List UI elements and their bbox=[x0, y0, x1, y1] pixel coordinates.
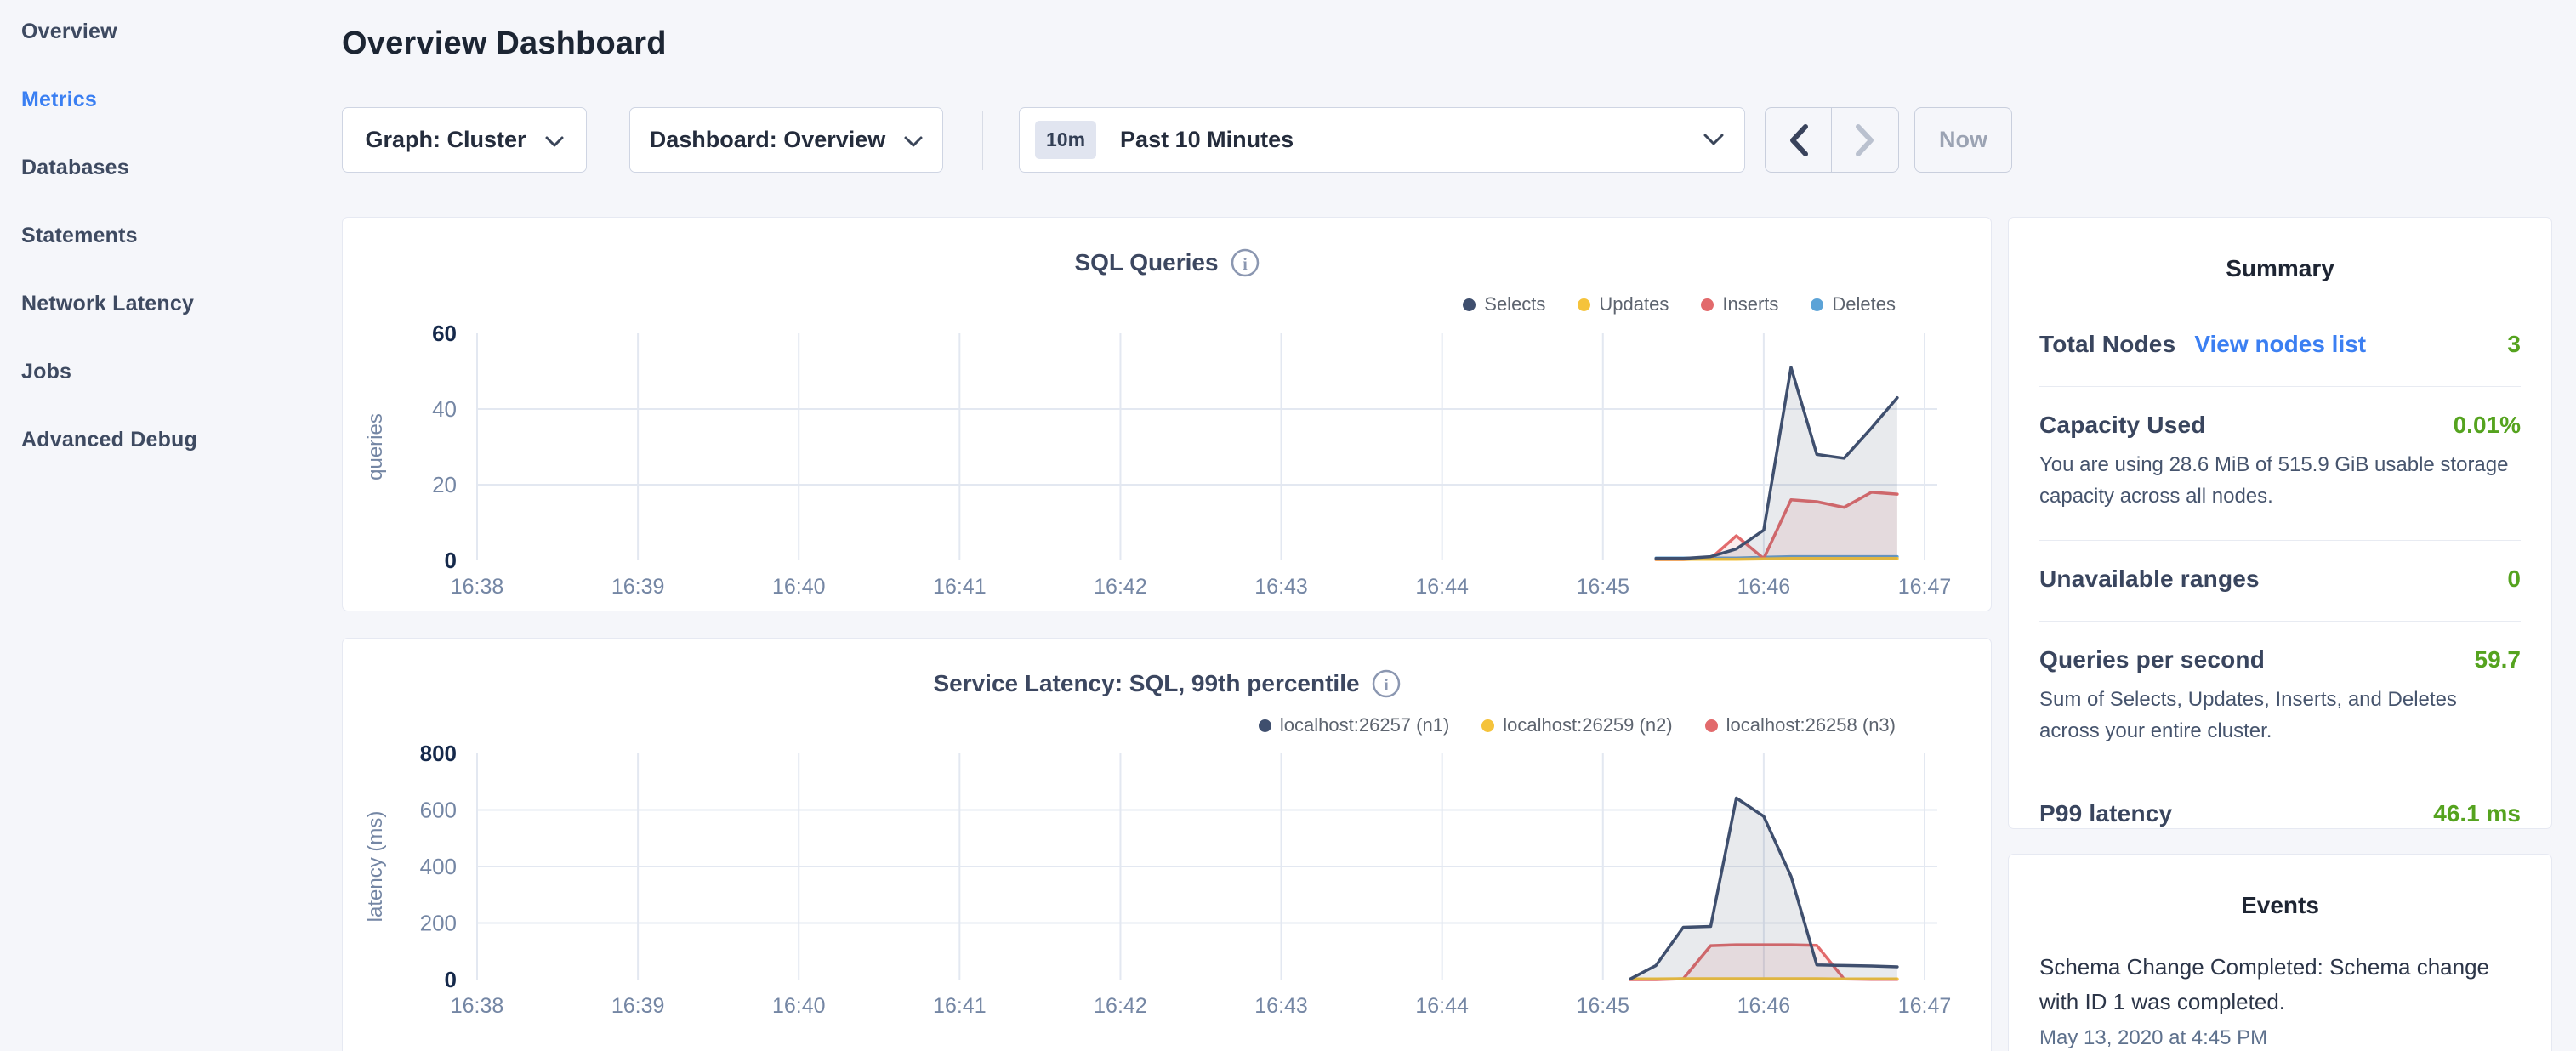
svg-text:16:42: 16:42 bbox=[1094, 575, 1147, 599]
svg-text:16:41: 16:41 bbox=[933, 994, 987, 1018]
time-range-label: Past 10 Minutes bbox=[1120, 127, 1294, 153]
time-next-button[interactable] bbox=[1832, 108, 1898, 172]
summary-label: Capacity Used bbox=[2039, 412, 2206, 439]
dashboard-label: Dashboard: Overview bbox=[650, 127, 886, 153]
summary-row-total-nodes: Total Nodes View nodes list 3 bbox=[2039, 306, 2521, 386]
sidebar-item-statements[interactable]: Statements bbox=[21, 220, 310, 251]
time-range-badge: 10m bbox=[1035, 121, 1096, 159]
graph-scope-dropdown[interactable]: Graph: Cluster bbox=[342, 107, 587, 173]
svg-text:40: 40 bbox=[432, 396, 457, 422]
summary-description: You are using 28.6 MiB of 515.9 GiB usab… bbox=[2039, 449, 2521, 512]
toolbar: Graph: Cluster Dashboard: Overview 10m P… bbox=[0, 107, 2576, 173]
svg-text:60: 60 bbox=[432, 321, 457, 346]
svg-text:16:44: 16:44 bbox=[1415, 994, 1469, 1018]
svg-text:16:46: 16:46 bbox=[1737, 994, 1791, 1018]
svg-text:16:39: 16:39 bbox=[611, 575, 665, 599]
summary-label: Unavailable ranges bbox=[2039, 565, 2260, 593]
sql-queries-chart-card: SQL Queries i Selects Updates Inserts De… bbox=[342, 217, 1992, 611]
summary-value: 59.7 bbox=[2475, 646, 2522, 673]
svg-text:16:41: 16:41 bbox=[933, 575, 987, 599]
chevron-left-icon bbox=[1788, 124, 1809, 156]
event-timestamp: May 13, 2020 at 4:45 PM bbox=[2039, 1026, 2521, 1050]
summary-value: 0 bbox=[2507, 565, 2521, 593]
svg-text:16:38: 16:38 bbox=[451, 575, 504, 599]
summary-label: P99 latency bbox=[2039, 800, 2172, 827]
svg-text:16:45: 16:45 bbox=[1576, 994, 1629, 1018]
event-list-item[interactable]: Schema Change Completed: Schema change w… bbox=[2039, 950, 2521, 1050]
svg-text:800: 800 bbox=[420, 741, 457, 766]
summary-label: Queries per second bbox=[2039, 646, 2265, 673]
now-button[interactable]: Now bbox=[1914, 107, 2012, 173]
svg-text:16:39: 16:39 bbox=[611, 994, 665, 1018]
svg-text:16:47: 16:47 bbox=[1898, 994, 1952, 1018]
sidebar-item-network-latency[interactable]: Network Latency bbox=[21, 288, 310, 319]
svg-text:16:40: 16:40 bbox=[772, 575, 826, 599]
summary-value: 46.1 ms bbox=[2433, 800, 2521, 827]
svg-text:16:43: 16:43 bbox=[1254, 994, 1308, 1018]
summary-description: Sum of Selects, Updates, Inserts, and De… bbox=[2039, 684, 2521, 747]
svg-text:16:42: 16:42 bbox=[1094, 994, 1147, 1018]
chevron-down-icon bbox=[904, 136, 923, 148]
svg-text:16:38: 16:38 bbox=[451, 994, 504, 1018]
dashboard-dropdown[interactable]: Dashboard: Overview bbox=[629, 107, 943, 173]
svg-text:0: 0 bbox=[445, 967, 457, 992]
service-latency-plot[interactable]: 16:38 16:39 16:40 16:41 16:42 16:43 16:44 16:45… bbox=[343, 639, 1993, 1051]
summary-heading: Summary bbox=[2039, 218, 2521, 282]
summary-row-p99-latency: P99 latency 46.1 ms bbox=[2039, 775, 2521, 855]
chevron-right-icon bbox=[1855, 124, 1875, 156]
sidebar-item-advanced-debug[interactable]: Advanced Debug bbox=[21, 424, 310, 455]
time-prev-button[interactable] bbox=[1766, 108, 1832, 172]
view-nodes-list-link[interactable]: View nodes list bbox=[2194, 331, 2366, 358]
summary-row-unavailable-ranges: Unavailable ranges 0 bbox=[2039, 541, 2521, 621]
svg-text:20: 20 bbox=[432, 472, 457, 497]
sidebar-item-overview[interactable]: Overview bbox=[21, 16, 310, 47]
svg-text:0: 0 bbox=[445, 548, 457, 573]
events-heading: Events bbox=[2039, 855, 2521, 919]
time-pager bbox=[1765, 107, 1899, 173]
svg-text:16:44: 16:44 bbox=[1415, 575, 1469, 599]
summary-value: 3 bbox=[2507, 331, 2521, 358]
summary-row-capacity-used: Capacity Used 0.01% You are using 28.6 M… bbox=[2039, 387, 2521, 540]
page-title: Overview Dashboard bbox=[342, 26, 667, 62]
svg-text:16:43: 16:43 bbox=[1254, 575, 1308, 599]
chevron-down-icon bbox=[1703, 134, 1724, 146]
summary-value: 0.01% bbox=[2454, 412, 2521, 439]
svg-text:queries: queries bbox=[364, 413, 387, 480]
toolbar-divider bbox=[982, 111, 983, 170]
svg-text:600: 600 bbox=[420, 798, 457, 823]
svg-text:200: 200 bbox=[420, 911, 457, 936]
event-message: Schema Change Completed: Schema change w… bbox=[2039, 950, 2521, 1020]
sidebar: Overview Metrics Databases Statements Ne… bbox=[21, 16, 310, 492]
svg-text:16:40: 16:40 bbox=[772, 994, 826, 1018]
events-panel: Events Schema Change Completed: Schema c… bbox=[2008, 854, 2552, 1051]
service-latency-chart-card: Service Latency: SQL, 99th percentile i … bbox=[342, 638, 1992, 1051]
time-range-picker[interactable]: 10m Past 10 Minutes bbox=[1019, 107, 1745, 173]
graph-scope-label: Graph: Cluster bbox=[365, 127, 526, 153]
svg-text:latency (ms): latency (ms) bbox=[364, 811, 387, 923]
summary-row-queries-per-second: Queries per second 59.7 Sum of Selects, … bbox=[2039, 622, 2521, 775]
sql-queries-plot[interactable]: 16:38 16:39 16:40 16:41 16:42 16:43 16:44 16:45… bbox=[343, 218, 1993, 616]
chevron-down-icon bbox=[545, 136, 564, 148]
summary-panel: Summary Total Nodes View nodes list 3 Ca… bbox=[2008, 217, 2552, 829]
svg-text:16:47: 16:47 bbox=[1898, 575, 1952, 599]
svg-text:400: 400 bbox=[420, 854, 457, 879]
svg-text:16:45: 16:45 bbox=[1576, 575, 1629, 599]
sidebar-item-jobs[interactable]: Jobs bbox=[21, 356, 310, 387]
summary-label: Total Nodes bbox=[2039, 331, 2175, 358]
svg-text:16:46: 16:46 bbox=[1737, 575, 1791, 599]
